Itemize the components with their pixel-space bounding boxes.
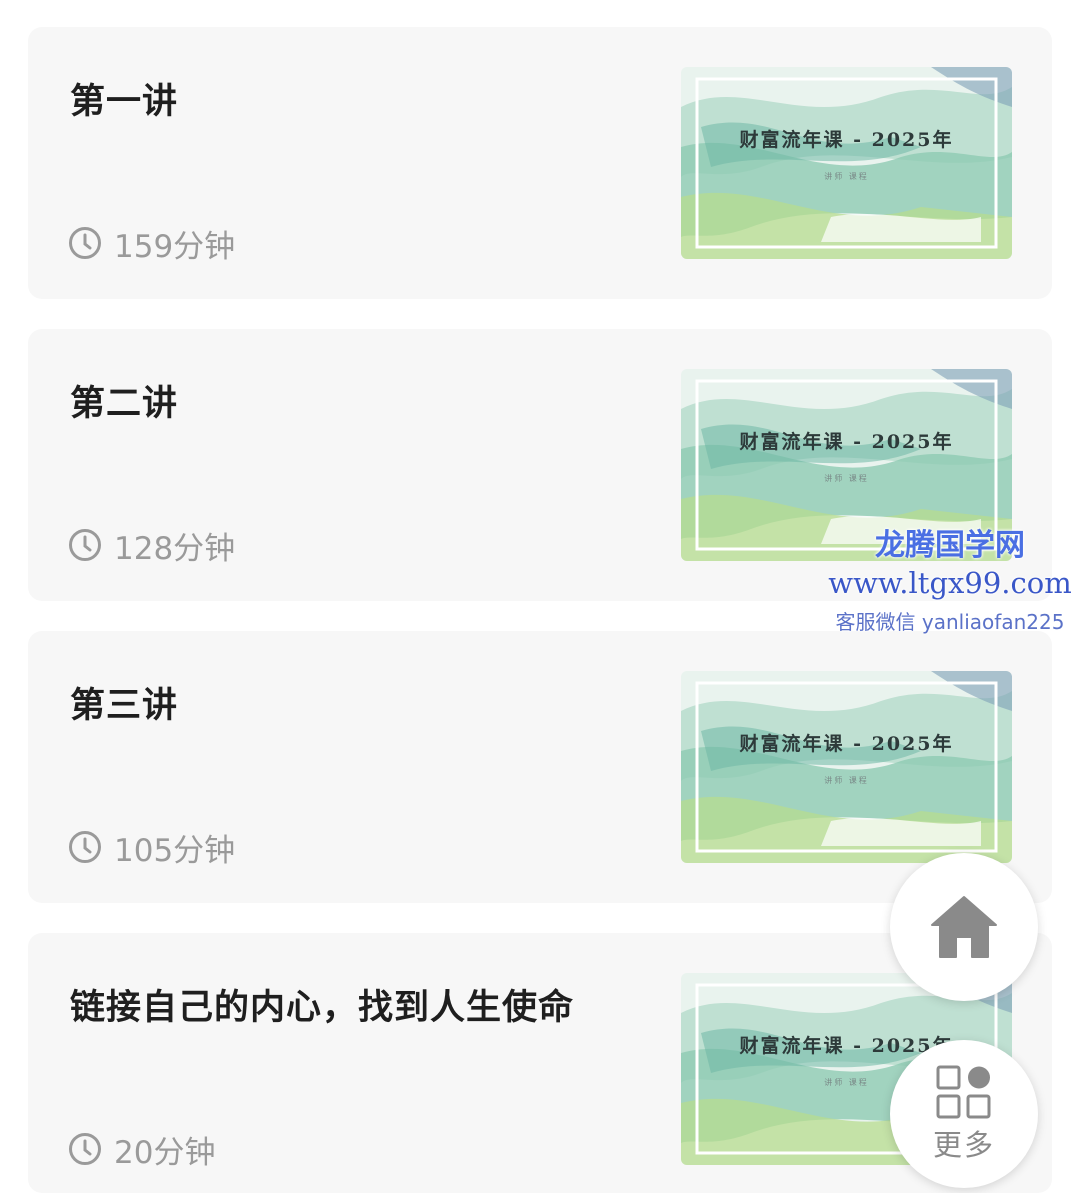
lesson-card[interactable]: 第一讲 159分钟 财富流年课 - 2025年 讲师 课程 [28, 27, 1052, 299]
lesson-title: 第三讲 [70, 686, 179, 726]
duration-text: 105分钟 [114, 832, 236, 869]
grid-icon [936, 1065, 991, 1119]
clock-icon [69, 1133, 101, 1165]
lesson-title: 第一讲 [70, 82, 179, 122]
thumbnail-subtitle: 讲师 课程 [824, 172, 869, 181]
lesson-card[interactable]: 第三讲 105分钟 财富流年课 - 2025年 讲师 课程 [28, 631, 1052, 903]
lesson-title: 链接自己的内心，找到人生使命 [70, 988, 575, 1028]
lesson-duration: 159分钟 [68, 223, 236, 265]
watermark-title: 龙腾国学网 [875, 528, 1025, 563]
thumbnail-title: 财富流年课 - 2025年 [739, 129, 954, 151]
lesson-duration: 128分钟 [68, 525, 236, 567]
more-label: 更多 [932, 1128, 995, 1162]
thumbnail-title: 财富流年课 - 2025年 [739, 431, 954, 453]
clock-icon [69, 831, 101, 863]
watermark-contact: 客服微信 yanliaofan225 [835, 610, 1065, 634]
home-icon [931, 896, 997, 958]
thumbnail-title: 财富流年课 - 2025年 [739, 733, 954, 755]
clock-icon [69, 227, 101, 259]
clock-icon [69, 529, 101, 561]
thumbnail-subtitle: 讲师 课程 [824, 474, 869, 483]
lesson-duration: 20分钟 [68, 1129, 216, 1171]
thumbnail-subtitle: 讲师 课程 [824, 776, 869, 785]
more-button[interactable]: 更多 [890, 1040, 1038, 1188]
lesson-title: 第二讲 [70, 384, 179, 424]
duration-text: 128分钟 [114, 530, 236, 567]
home-button[interactable] [890, 853, 1038, 1001]
lesson-thumbnail[interactable]: 财富流年课 - 2025年 讲师 课程 [681, 671, 1012, 863]
lesson-duration: 105分钟 [68, 827, 236, 869]
lesson-thumbnail[interactable]: 财富流年课 - 2025年 讲师 课程 [681, 67, 1012, 259]
lesson-card[interactable]: 链接自己的内心，找到人生使命 20分钟 财富流年课 - 2025年 讲师 课程 [28, 933, 1052, 1193]
duration-text: 20分钟 [114, 1134, 216, 1171]
duration-text: 159分钟 [114, 228, 236, 265]
watermark-url: www.ltgx99.com [828, 566, 1072, 600]
watermark: 龙腾国学网 www.ltgx99.com 客服微信 yanliaofan225 [820, 520, 1080, 635]
